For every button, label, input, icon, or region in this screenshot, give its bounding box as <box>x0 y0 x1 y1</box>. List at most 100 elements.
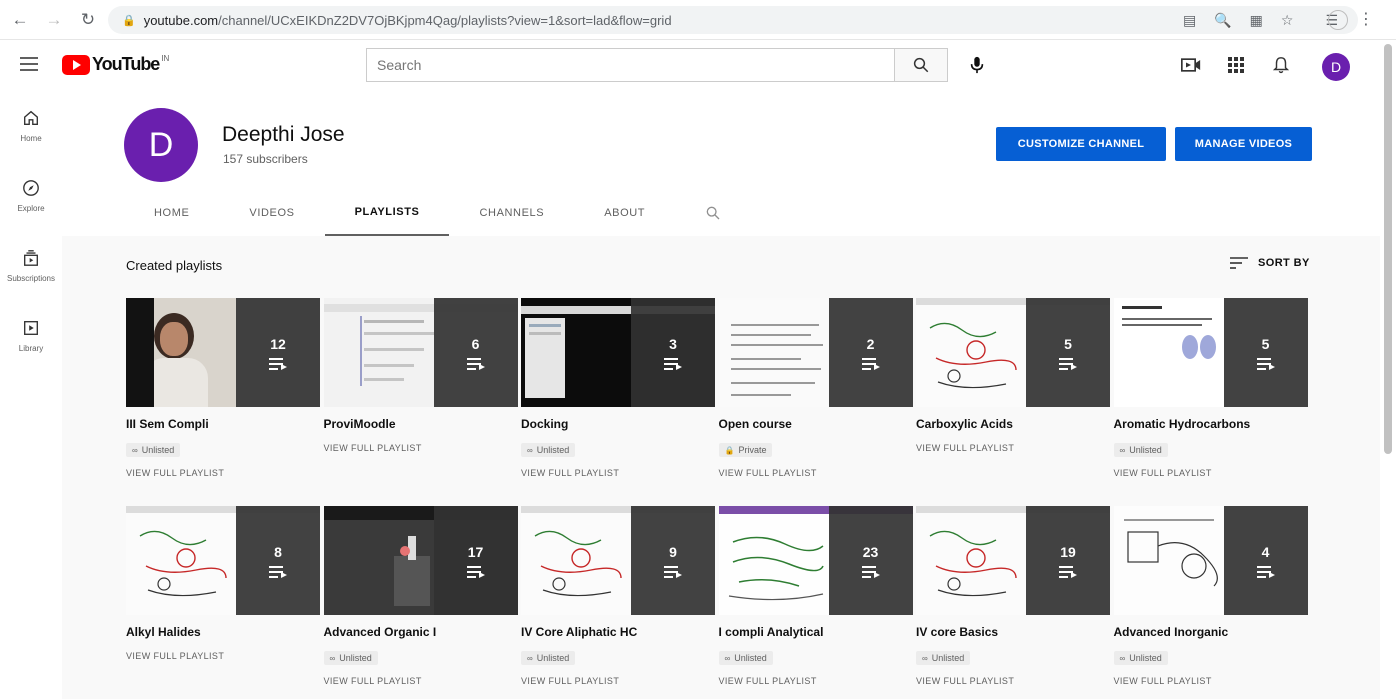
search-input[interactable] <box>366 48 894 82</box>
playlist-title[interactable]: Alkyl Halides <box>126 625 320 639</box>
playlist-thumbnail[interactable]: 3 <box>521 298 715 407</box>
account-avatar[interactable]: D <box>1322 53 1350 81</box>
logo-region: IN <box>161 54 170 63</box>
visibility-badge: ∞ Unlisted <box>1113 443 1168 457</box>
view-full-playlist-link[interactable]: VIEW FULL PLAYLIST <box>126 651 320 661</box>
customize-channel-button[interactable]: CUSTOMIZE CHANNEL <box>996 127 1166 161</box>
sort-by-button[interactable]: SORT BY <box>1230 256 1310 270</box>
playlist-card[interactable]: 23 I compli Analytical ∞ Unlisted VIEW FULL … <box>718 506 913 686</box>
sidebar-item-home[interactable]: Home <box>0 96 62 166</box>
playlist-thumbnail[interactable]: 8 <box>126 506 320 615</box>
playlist-thumbnail[interactable]: 19 <box>916 506 1110 615</box>
playlist-icon <box>1256 357 1275 370</box>
playlist-count-overlay: 6 <box>433 298 518 407</box>
channel-header: D Deepthi Jose 157 subscribers CUSTOMIZE… <box>62 90 1380 236</box>
channel-tabs: HOME VIDEOS PLAYLISTS CHANNELS ABOUT <box>124 190 721 236</box>
channel-search-button[interactable] <box>675 190 721 236</box>
playlist-title[interactable]: Open course <box>719 417 913 431</box>
youtube-logo[interactable]: YouTube IN <box>62 54 169 75</box>
playlist-card[interactable]: 17 Advanced Organic I ∞ Unlisted VIEW FULL P… <box>323 506 518 686</box>
link-icon: ∞ <box>329 653 336 663</box>
notifications-icon[interactable] <box>1270 54 1292 76</box>
playlist-title[interactable]: I compli Analytical <box>719 625 913 639</box>
playlist-title[interactable]: ProviMoodle <box>324 417 518 431</box>
sidebar-item-subscriptions[interactable]: Subscriptions <box>0 236 62 306</box>
playlist-title[interactable]: Docking <box>521 417 715 431</box>
view-full-playlist-link[interactable]: VIEW FULL PLAYLIST <box>521 468 715 478</box>
playlist-title[interactable]: Carboxylic Acids <box>916 417 1110 431</box>
playlist-thumbnail[interactable]: 23 <box>718 506 913 615</box>
view-full-playlist-link[interactable]: VIEW FULL PLAYLIST <box>521 676 715 686</box>
tab-home[interactable]: HOME <box>124 190 219 236</box>
playlist-card[interactable]: 4 Advanced Inorganic ∞ Unlisted VIEW FULL PL… <box>1113 506 1308 686</box>
playlist-thumbnail[interactable]: 2 <box>718 298 913 407</box>
visibility-badge: ∞ Unlisted <box>521 651 576 665</box>
view-full-playlist-link[interactable]: VIEW FULL PLAYLIST <box>1114 468 1308 478</box>
playlist-thumbnail[interactable]: 6 <box>323 298 518 407</box>
view-full-playlist-link[interactable]: VIEW FULL PLAYLIST <box>324 443 518 453</box>
zoom-icon[interactable]: 🔍 <box>1214 12 1231 29</box>
visibility-badge: ∞ Unlisted <box>126 443 181 457</box>
playlist-title[interactable]: III Sem Compli <box>126 417 320 431</box>
playlist-card[interactable]: 6 ProviMoodle VIEW FULL PLAYLIST <box>323 298 518 453</box>
view-full-playlist-link[interactable]: VIEW FULL PLAYLIST <box>719 468 913 478</box>
back-icon[interactable]: ← <box>6 6 34 34</box>
logo-text: YouTube <box>92 54 160 74</box>
browser-profile-icon[interactable] <box>1328 10 1348 30</box>
playlist-count-overlay: 3 <box>631 298 715 407</box>
view-full-playlist-link[interactable]: VIEW FULL PLAYLIST <box>719 676 913 686</box>
browser-menu-icon[interactable]: ⋮ <box>1358 9 1374 29</box>
playlist-thumbnail[interactable]: 5 <box>1113 298 1308 407</box>
install-icon[interactable]: ▤ <box>1183 12 1196 29</box>
create-video-icon[interactable] <box>1180 54 1202 76</box>
manage-videos-button[interactable]: MANAGE VIDEOS <box>1175 127 1312 161</box>
link-icon: ∞ <box>1119 445 1126 455</box>
playlist-card[interactable]: 5 Carboxylic Acids VIEW FULL PLAYLIST <box>916 298 1110 453</box>
tab-about[interactable]: ABOUT <box>574 190 675 236</box>
playlist-title[interactable]: Advanced Organic I <box>324 625 518 639</box>
view-full-playlist-link[interactable]: VIEW FULL PLAYLIST <box>324 676 518 686</box>
sidebar-item-library[interactable]: Library <box>0 306 62 376</box>
playlist-card[interactable]: 8 Alkyl Halides VIEW FULL PLAYLIST <box>126 506 320 661</box>
star-icon[interactable]: ☆ <box>1281 12 1294 29</box>
voice-search-button[interactable] <box>962 50 992 80</box>
tab-channels[interactable]: CHANNELS <box>449 190 574 236</box>
visibility-label: Unlisted <box>141 445 175 455</box>
playlist-card[interactable]: 5 Aromatic Hydrocarbons ∞ Unlisted VIEW FULL… <box>1113 298 1308 478</box>
translate-icon[interactable]: ▦ <box>1250 12 1263 29</box>
playlist-thumbnail[interactable]: 9 <box>521 506 715 615</box>
playlist-card[interactable]: 3 Docking ∞ Unlisted VIEW FULL PLAYLIST <box>521 298 715 478</box>
playlist-card[interactable]: 9 IV Core Aliphatic HC ∞ Unlisted VIEW FULL … <box>521 506 715 686</box>
menu-icon[interactable] <box>18 53 40 75</box>
playlist-icon <box>269 357 287 370</box>
playlist-thumbnail[interactable]: 12 <box>126 298 320 407</box>
playlist-thumbnail[interactable]: 17 <box>323 506 518 615</box>
sort-by-label: SORT BY <box>1258 257 1310 269</box>
reload-icon[interactable]: ↻ <box>74 6 102 34</box>
apps-icon[interactable] <box>1225 54 1247 76</box>
playlist-thumbnail[interactable]: 5 <box>916 298 1110 407</box>
tab-videos[interactable]: VIDEOS <box>219 190 324 236</box>
playlist-title[interactable]: IV core Basics <box>916 625 1110 639</box>
playlist-thumbnail[interactable]: 4 <box>1113 506 1308 615</box>
view-full-playlist-link[interactable]: VIEW FULL PLAYLIST <box>126 468 320 478</box>
visibility-badge: ∞ Unlisted <box>521 443 576 457</box>
library-icon <box>19 316 43 340</box>
playlist-card[interactable]: 19 IV core Basics ∞ Unlisted VIEW FULL PLAYL… <box>916 506 1110 686</box>
sidebar-item-explore[interactable]: Explore <box>0 166 62 236</box>
playlist-card[interactable]: 12 III Sem Compli ∞ Unlisted VIEW FULL PLAYL… <box>126 298 320 478</box>
view-full-playlist-link[interactable]: VIEW FULL PLAYLIST <box>1114 676 1308 686</box>
search-icon <box>913 57 929 73</box>
playlist-title[interactable]: Advanced Inorganic <box>1114 625 1308 639</box>
page-scrollbar[interactable] <box>1384 44 1392 454</box>
address-bar[interactable]: 🔒 youtube.com/channel/UCxEIKDnZ2DV7OjBKj… <box>108 6 1358 34</box>
search-button[interactable] <box>894 48 948 82</box>
playlist-title[interactable]: Aromatic Hydrocarbons <box>1114 417 1308 431</box>
forward-icon[interactable]: → <box>40 6 68 34</box>
playlist-card[interactable]: 2 Open course 🔒 Private VIEW FULL PLAYLIST <box>718 298 913 478</box>
tab-playlists[interactable]: PLAYLISTS <box>324 190 450 236</box>
view-full-playlist-link[interactable]: VIEW FULL PLAYLIST <box>916 443 1110 453</box>
playlist-title[interactable]: IV Core Aliphatic HC <box>521 625 715 639</box>
view-full-playlist-link[interactable]: VIEW FULL PLAYLIST <box>916 676 1110 686</box>
playlist-count-overlay: 4 <box>1223 506 1308 615</box>
